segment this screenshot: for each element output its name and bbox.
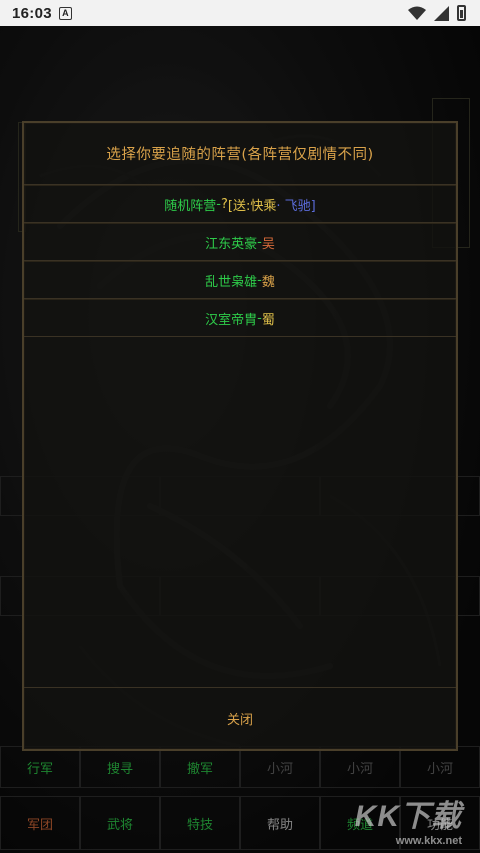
clock: 16:03: [12, 4, 52, 22]
option-faction-wu[interactable]: 江东英豪 - 吴: [24, 223, 456, 261]
dialog-title: 选择你要追随的阵营(各阵营仅剧情不同): [24, 123, 456, 185]
option-label: 江东英豪: [205, 236, 258, 252]
option-faction-name: 蜀: [261, 312, 275, 328]
site-watermark: KK下载 www.kkx.net: [355, 791, 462, 847]
option-suffix-c: 乘: [263, 198, 277, 214]
wifi-icon: [408, 6, 426, 20]
faction-select-dialog: 选择你要追随的阵营(各阵营仅剧情不同) 随机阵营 - ? [送:快乘 · 飞驰] …: [22, 121, 458, 751]
watermark-url: www.kkx.net: [395, 835, 462, 847]
signal-icon: [434, 5, 449, 21]
watermark-logo: KK下载: [354, 800, 462, 833]
status-icons: [408, 5, 466, 21]
status-bar: 16:03 A: [0, 0, 480, 26]
option-faction-name: 魏: [261, 274, 275, 290]
notification-badge-icon: A: [58, 6, 72, 20]
option-faction-name: 吴: [261, 236, 275, 252]
option-faction-shu[interactable]: 汉室帝胄 - 蜀: [24, 299, 456, 337]
dialog-footer: 关闭: [24, 687, 456, 749]
option-suffix-b: [送:快: [227, 198, 264, 214]
option-suffix-d: · 飞驰]: [276, 198, 316, 214]
option-label: 随机阵营: [164, 198, 217, 214]
option-label: 乱世枭雄: [205, 274, 258, 290]
option-label: 汉室帝胄: [205, 312, 258, 328]
option-random-faction[interactable]: 随机阵营 - ? [送:快乘 · 飞驰]: [24, 185, 456, 223]
option-faction-wei[interactable]: 乱世枭雄 - 魏: [24, 261, 456, 299]
battery-icon: [457, 5, 466, 21]
close-button[interactable]: 关闭: [227, 709, 253, 728]
option-suffix-a: ?: [221, 196, 228, 212]
